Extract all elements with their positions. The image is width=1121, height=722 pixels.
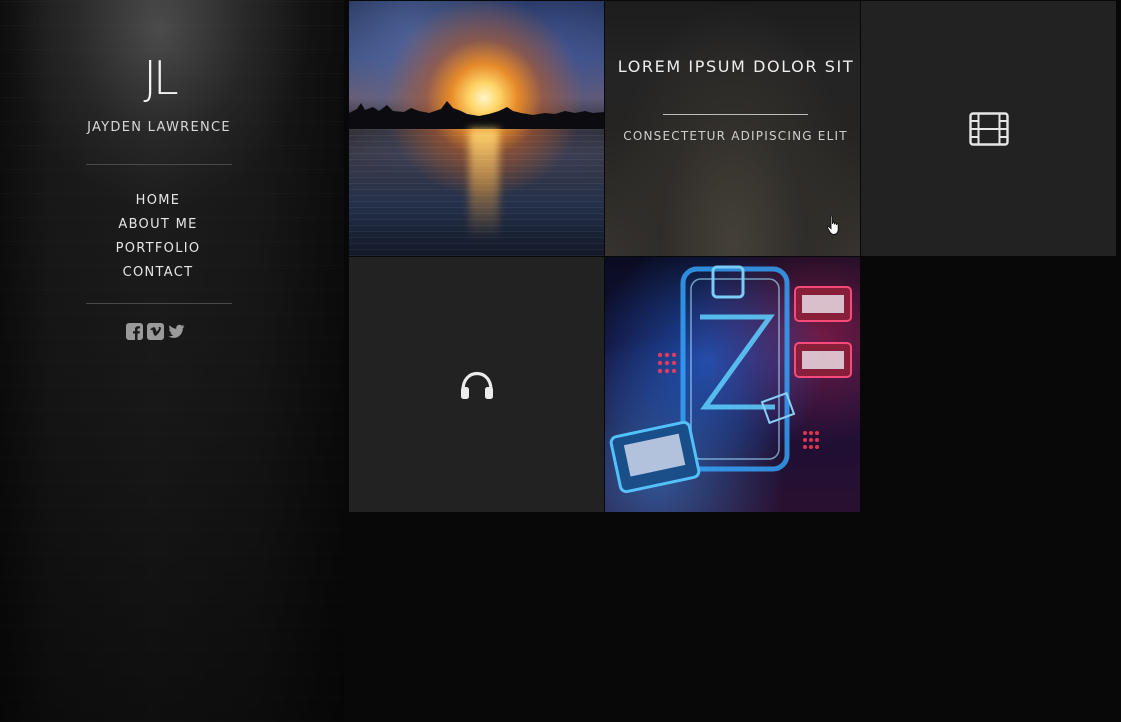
facebook-icon[interactable] [126, 323, 143, 340]
nav-item-about-me[interactable]: ABOUT ME [0, 213, 316, 237]
main-nav: HOME ABOUT ME PORTFOLIO CONTACT [0, 189, 316, 285]
sidebar-divider-top [86, 164, 232, 165]
twitter-icon[interactable] [168, 323, 185, 340]
portfolio-tile-beach[interactable]: LOREM IPSUM DOLOR SIT CONSECTETUR ADIPIS… [605, 1, 860, 256]
social-links [126, 323, 185, 340]
sidebar-divider-bottom [86, 303, 232, 304]
neon-scene [609, 265, 852, 494]
treeline-silhouette [349, 101, 604, 129]
site-logo[interactable]: JL [0, 50, 318, 106]
vimeo-icon[interactable] [147, 323, 164, 340]
nav-item-home[interactable]: HOME [0, 189, 316, 213]
portfolio-tile-sunset[interactable] [349, 1, 604, 256]
page: JL JAYDEN LAWRENCE HOME ABOUT ME PORTFOL… [0, 0, 1121, 722]
owner-name: JAYDEN LAWRENCE [87, 120, 231, 135]
tile-subtitle: CONSECTETUR ADIPISCING ELIT [623, 129, 848, 143]
portfolio-tile-neon[interactable] [605, 257, 860, 512]
nav-item-contact[interactable]: CONTACT [0, 261, 316, 285]
portfolio-tile-video[interactable] [861, 1, 1116, 256]
nav-item-portfolio[interactable]: PORTFOLIO [0, 237, 316, 261]
sidebar: JL JAYDEN LAWRENCE HOME ABOUT ME PORTFOL… [0, 0, 344, 722]
hand-cursor-icon [827, 215, 839, 235]
portfolio-tile-audio[interactable] [349, 257, 604, 512]
tile-title-divider [663, 114, 808, 115]
headphones-icon [460, 371, 493, 399]
film-icon [968, 111, 1009, 146]
water-ripples [349, 129, 604, 256]
tile-title: LOREM IPSUM DOLOR SIT [617, 57, 855, 76]
